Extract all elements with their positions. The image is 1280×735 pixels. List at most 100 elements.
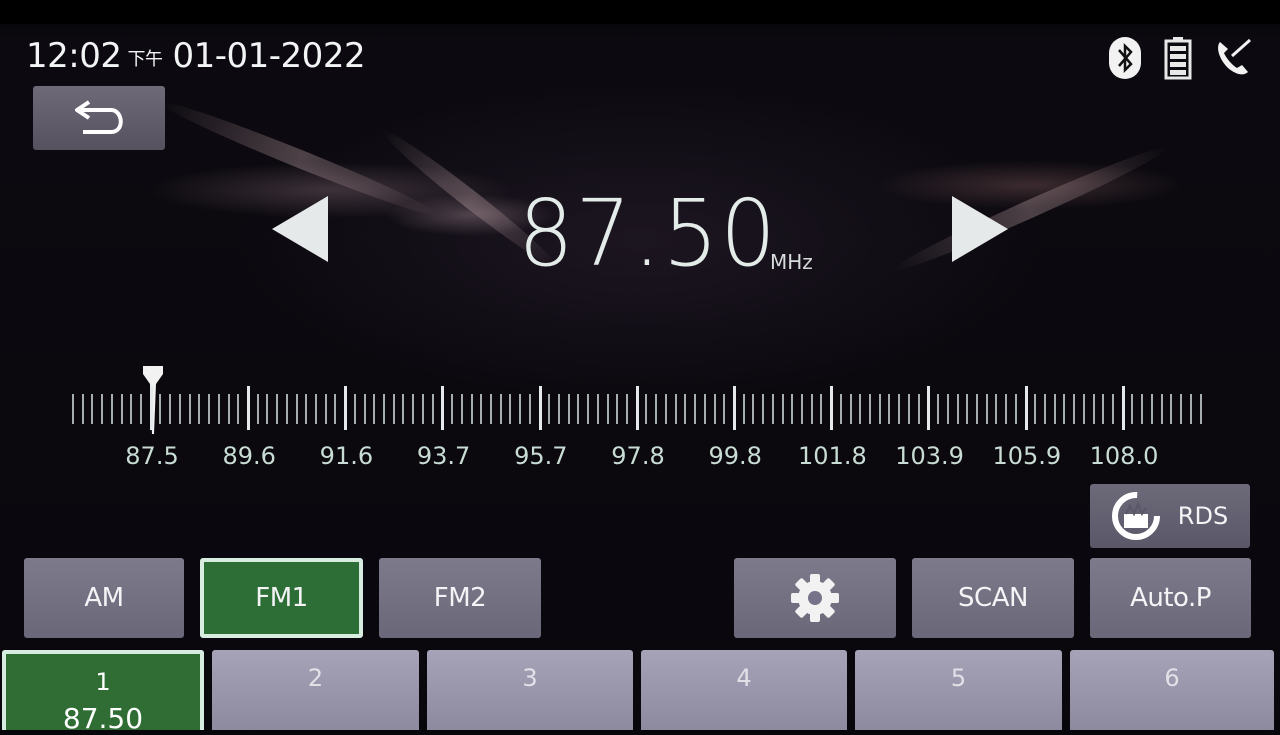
dial-tick bbox=[596, 394, 599, 424]
dial-label: 95.7 bbox=[514, 442, 568, 470]
battery-icon bbox=[1164, 37, 1192, 80]
dial-tick bbox=[489, 394, 492, 424]
frequency-dial[interactable]: 87.5 89.6 91.6 93.7 95.7 97.8 99.8 101.8 103.9 10… bbox=[60, 360, 1220, 480]
dial-tick bbox=[985, 394, 988, 424]
dial-tick bbox=[509, 394, 512, 424]
preset-button-6[interactable]: 6 bbox=[1070, 650, 1274, 730]
seek-up-button[interactable] bbox=[952, 196, 1008, 262]
dial-label: 99.8 bbox=[708, 442, 762, 470]
dial-major-tick bbox=[732, 386, 736, 430]
dial-tick bbox=[1112, 394, 1115, 424]
top-edge bbox=[0, 0, 1280, 24]
dial-tick bbox=[1044, 394, 1046, 424]
seek-down-button[interactable] bbox=[272, 196, 328, 262]
dial-tick bbox=[937, 394, 940, 424]
dial-tick bbox=[315, 394, 317, 424]
frequency-unit: MHz bbox=[770, 250, 813, 274]
dial-major-tick bbox=[246, 386, 250, 430]
dial-major-tick bbox=[830, 386, 834, 430]
dial-tick bbox=[198, 394, 201, 424]
dial-tick bbox=[1199, 394, 1202, 424]
dial-tick bbox=[1005, 394, 1008, 424]
am-band-button[interactable]: AM bbox=[24, 558, 184, 638]
dial-major-tick bbox=[1024, 386, 1028, 430]
scan-button[interactable]: SCAN bbox=[912, 558, 1074, 638]
auto-preset-button[interactable]: Auto.P bbox=[1090, 558, 1251, 638]
dial-tick bbox=[907, 394, 910, 424]
dial-tick bbox=[120, 394, 123, 424]
preset-number: 5 bbox=[950, 664, 967, 692]
dial-needle[interactable] bbox=[140, 364, 166, 436]
frequency-display: 87.50 bbox=[518, 180, 778, 287]
dial-label: 108.0 bbox=[1089, 442, 1159, 470]
dial-tick bbox=[324, 394, 327, 424]
dial-tick bbox=[888, 394, 891, 424]
dial-tick bbox=[412, 394, 415, 424]
dial-major-tick bbox=[344, 386, 348, 430]
dial-tick bbox=[237, 394, 240, 424]
dial-label: 97.8 bbox=[611, 442, 665, 470]
dial-tick bbox=[713, 394, 716, 424]
dial-label: 91.6 bbox=[319, 442, 374, 470]
preset-button-3[interactable]: 3 bbox=[427, 650, 633, 730]
fm1-band-button[interactable]: FM1 bbox=[200, 558, 363, 638]
dial-major-tick bbox=[1121, 386, 1125, 430]
preset-number: 6 bbox=[1164, 664, 1180, 692]
settings-button[interactable] bbox=[734, 558, 896, 638]
dial-label: 93.7 bbox=[416, 442, 471, 470]
dial-tick bbox=[169, 394, 172, 424]
dial-tick bbox=[305, 394, 308, 424]
dial-tick bbox=[1150, 394, 1153, 424]
dial-tick bbox=[1180, 394, 1183, 424]
dial-tick bbox=[917, 394, 920, 424]
dial-tick bbox=[664, 394, 667, 424]
dial-tick bbox=[392, 394, 395, 424]
dial-tick bbox=[645, 394, 648, 424]
dial-tick bbox=[839, 394, 842, 424]
rds-button[interactable]: RDS bbox=[1090, 484, 1250, 548]
dial-tick bbox=[1014, 394, 1017, 424]
preset-button-4[interactable]: 4 bbox=[641, 650, 847, 730]
dial-tick bbox=[1082, 394, 1085, 424]
dial-tick bbox=[810, 394, 813, 424]
dial-tick bbox=[188, 394, 191, 424]
dial-tick bbox=[208, 394, 211, 424]
dial-tick bbox=[460, 394, 463, 424]
fm2-band-button[interactable]: FM2 bbox=[379, 558, 541, 638]
dial-tick bbox=[791, 394, 794, 424]
dial-tick bbox=[159, 394, 162, 424]
dial-tick bbox=[616, 394, 619, 424]
clock-time: 12:02 bbox=[26, 36, 122, 76]
back-button[interactable] bbox=[33, 86, 165, 150]
preset-button-2[interactable]: 2 bbox=[212, 650, 419, 730]
preset-frequency: 87.50 bbox=[62, 702, 144, 735]
preset-button-1[interactable]: 1 87.50 bbox=[2, 650, 204, 735]
dial-label: 101.8 bbox=[798, 442, 867, 470]
dial-tick bbox=[849, 394, 852, 424]
dial-tick bbox=[72, 394, 74, 424]
preset-button-5[interactable]: 5 bbox=[855, 650, 1062, 730]
dial-tick bbox=[820, 394, 823, 424]
dial-tick bbox=[771, 394, 774, 424]
dial-tick bbox=[1160, 394, 1163, 424]
dial-tick bbox=[587, 394, 590, 424]
dial-tick bbox=[285, 394, 288, 424]
dial-tick bbox=[626, 394, 629, 424]
dial-tick bbox=[995, 394, 998, 424]
dial-tick bbox=[655, 394, 658, 424]
dial-tick bbox=[227, 394, 230, 424]
dial-tick bbox=[91, 394, 94, 424]
dial-tick bbox=[723, 394, 726, 424]
dial-tick bbox=[975, 394, 978, 424]
status-bar: 12:02 下午 01-01-2022 bbox=[26, 36, 366, 76]
preset-number: 3 bbox=[522, 664, 538, 692]
dial-major-tick bbox=[149, 386, 153, 430]
rds-label: RDS bbox=[1177, 502, 1229, 530]
back-arrow-icon bbox=[75, 100, 123, 134]
dial-label: 89.6 bbox=[222, 442, 276, 470]
dial-tick bbox=[869, 394, 872, 424]
dial-tick bbox=[1131, 394, 1134, 424]
dial-tick bbox=[1073, 394, 1076, 424]
dial-tick bbox=[81, 394, 84, 424]
dial-tick bbox=[966, 394, 969, 424]
